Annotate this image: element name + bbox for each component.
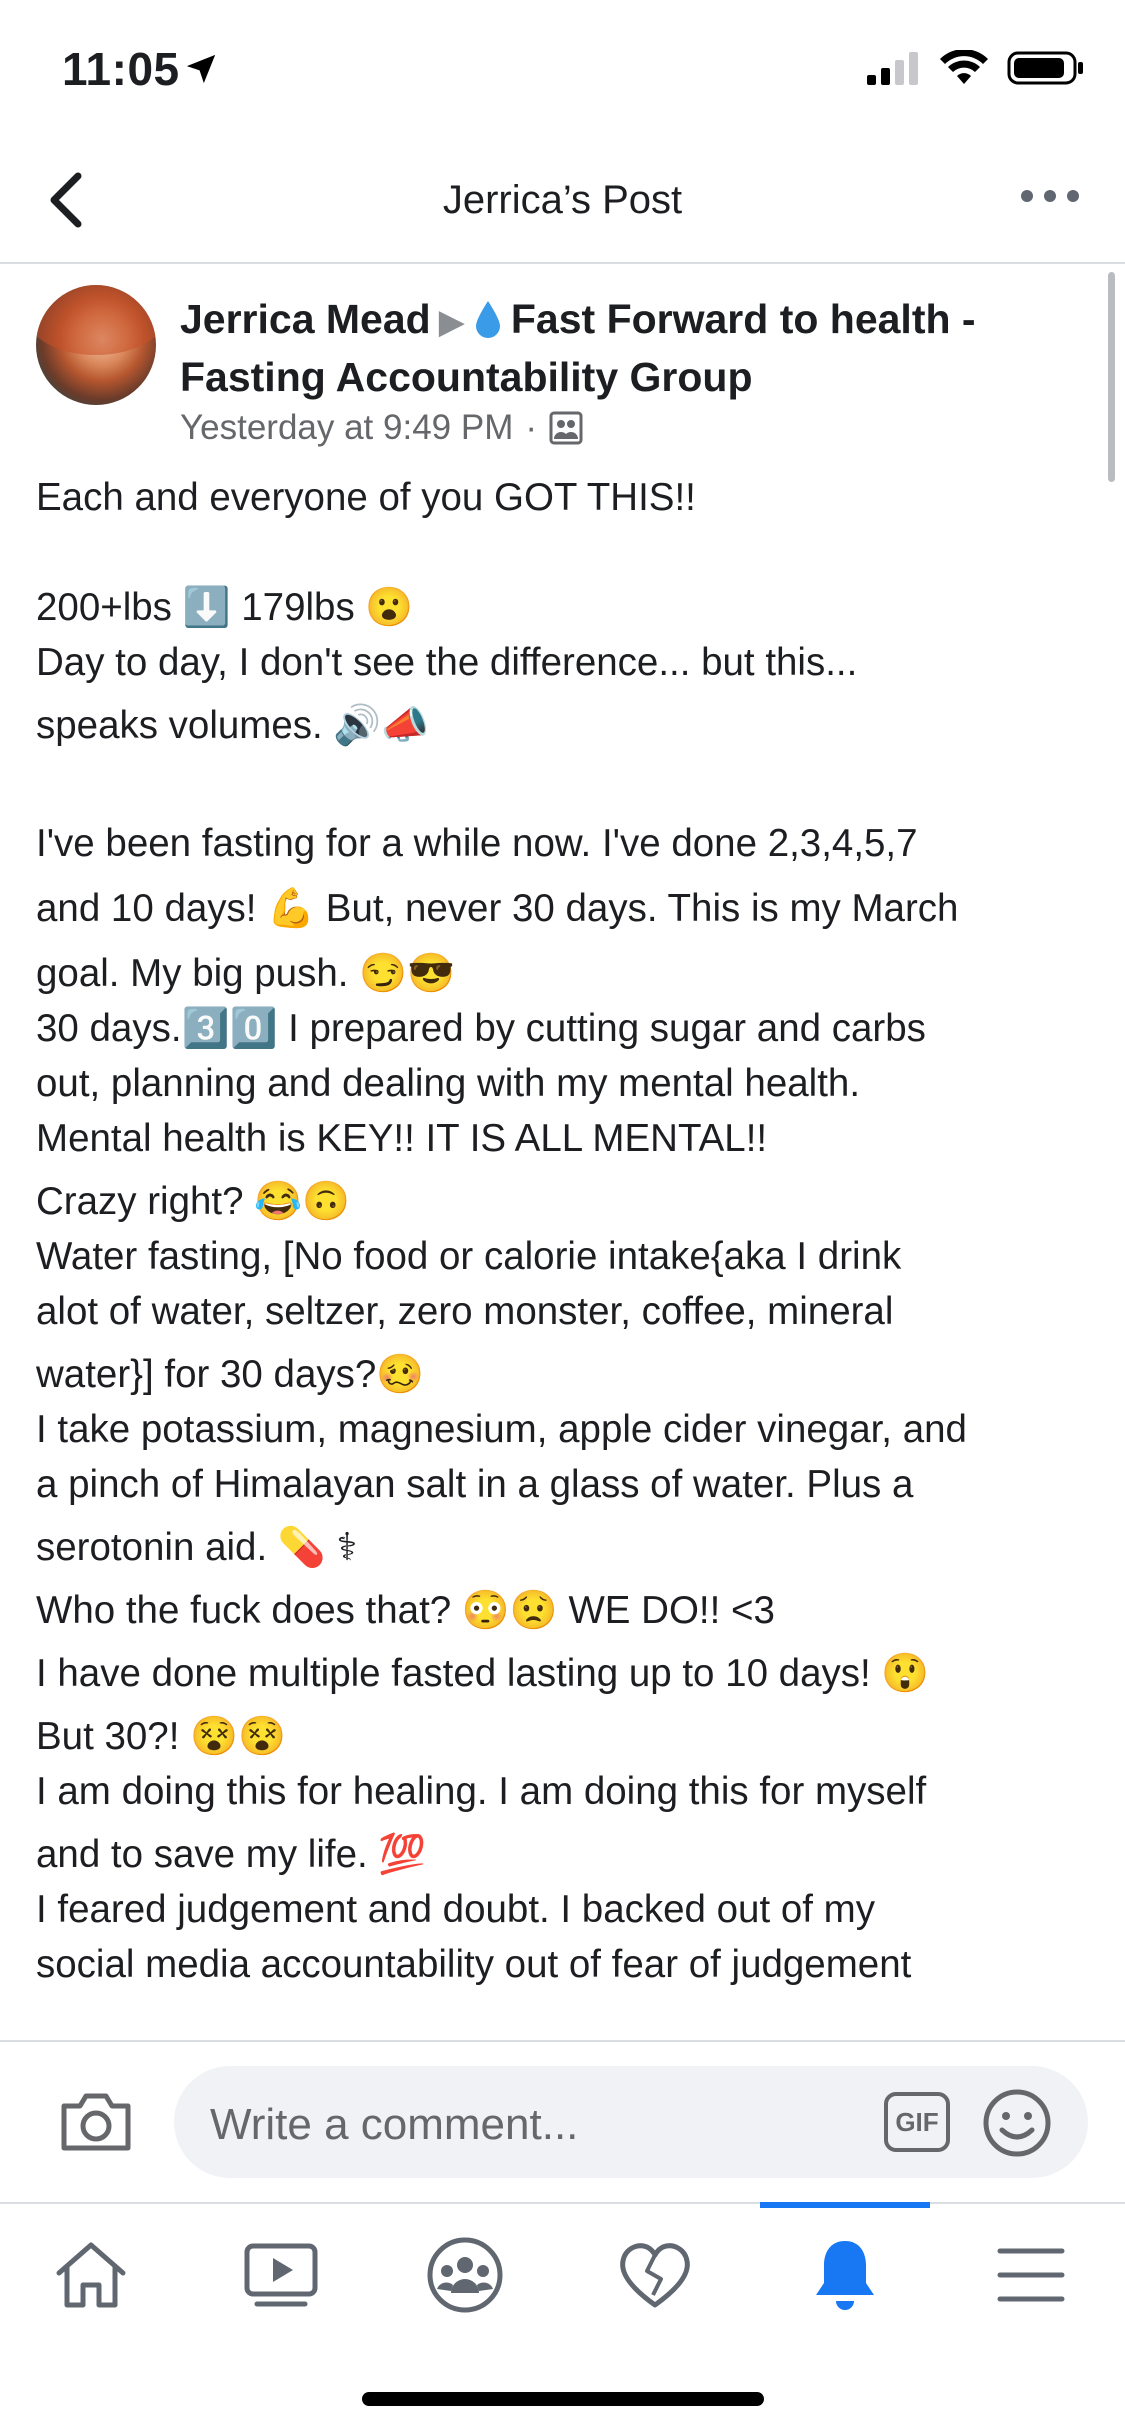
groups-icon bbox=[427, 2237, 503, 2313]
scroll-indicator[interactable] bbox=[1108, 272, 1115, 482]
tab-watch[interactable] bbox=[236, 2230, 326, 2320]
comment-input[interactable]: Write a comment... GIF bbox=[174, 2066, 1088, 2178]
status-bar: 11:05 bbox=[0, 0, 1125, 140]
menu-icon bbox=[997, 2248, 1065, 2302]
meta-separator: · bbox=[525, 408, 538, 447]
nav-header: Jerrica’s Post bbox=[0, 140, 1125, 264]
post-timestamp[interactable]: Yesterday at 9:49 PM bbox=[180, 408, 513, 448]
comment-placeholder: Write a comment... bbox=[210, 2100, 579, 2149]
post-line: serotonin aid. 💊 ⚕ bbox=[36, 1526, 358, 1569]
post-line: Crazy right? 😂🙃 bbox=[36, 1180, 351, 1223]
post-line: Each and everyone of you GOT THIS!! bbox=[36, 476, 696, 519]
post-text: Each and everyone of you GOT THIS!! 200+… bbox=[36, 470, 1096, 2038]
tab-dating[interactable] bbox=[610, 2230, 700, 2320]
post-line: Day to day, I don't see the difference..… bbox=[36, 641, 858, 684]
author-name[interactable]: Jerrica Mead bbox=[180, 296, 431, 342]
tab-home[interactable] bbox=[46, 2230, 136, 2320]
post-line: water}] for 30 days?🥴 bbox=[36, 1353, 425, 1396]
location-arrow-icon bbox=[186, 54, 216, 84]
camera-icon[interactable] bbox=[58, 2090, 134, 2154]
battery-icon bbox=[1007, 51, 1083, 85]
emoji-smile-icon[interactable] bbox=[982, 2088, 1052, 2158]
post-line: I feared judgement and doubt. I backed o… bbox=[36, 1888, 875, 1931]
gif-button[interactable]: GIF bbox=[884, 2092, 950, 2152]
more-options-icon[interactable] bbox=[1015, 176, 1085, 216]
shared-to-arrow-icon: ▶ bbox=[438, 303, 465, 341]
post-line: I take potassium, magnesium, apple cider… bbox=[36, 1408, 967, 1451]
post-line: a pinch of Himalayan salt in a glass of … bbox=[36, 1463, 914, 1506]
cellular-signal-icon bbox=[867, 52, 918, 85]
status-time: 11:05 bbox=[62, 43, 180, 95]
post-header: Jerrica Mead ▶ Fast Forward to health - Fa… bbox=[180, 292, 1080, 405]
dating-heart-icon bbox=[620, 2243, 690, 2308]
tab-notifications[interactable] bbox=[800, 2230, 890, 2320]
group-audience-icon bbox=[549, 411, 583, 445]
post-line: Water fasting, [No food or calorie intak… bbox=[36, 1235, 902, 1278]
post-line: Who the fuck does that? 😳😟 WE DO!! <3 bbox=[36, 1589, 775, 1632]
home-icon bbox=[56, 2242, 126, 2308]
status-icons bbox=[865, 50, 1085, 86]
post-line: I have done multiple fasted lasting up t… bbox=[36, 1652, 930, 1695]
post-line: But 30?! 😵😵 bbox=[36, 1715, 286, 1758]
tab-groups[interactable] bbox=[420, 2230, 510, 2320]
post-line: social media accountability out of fear … bbox=[36, 1943, 912, 1986]
notifications-bell-icon bbox=[816, 2241, 874, 2310]
home-indicator[interactable] bbox=[362, 2392, 764, 2406]
avatar[interactable] bbox=[36, 285, 156, 405]
wifi-icon bbox=[940, 50, 988, 84]
post-line: out, planning and dealing with my mental… bbox=[36, 1062, 861, 1105]
active-tab-indicator bbox=[760, 2202, 930, 2208]
post-line: I am doing this for healing. I am doing … bbox=[36, 1770, 927, 1813]
water-drop-icon bbox=[475, 301, 500, 338]
post-line: and 10 days! 💪 But, never 30 days. This … bbox=[36, 887, 959, 930]
tab-menu[interactable] bbox=[986, 2230, 1076, 2320]
post-line: 30 days.3️⃣0️⃣ I prepared by cutting sug… bbox=[36, 1007, 926, 1050]
post-line: speaks volumes. 🔊📣 bbox=[36, 704, 430, 747]
post-line: alot of water, seltzer, zero monster, co… bbox=[36, 1290, 894, 1333]
post-line: and to save my life. 💯 bbox=[36, 1833, 427, 1876]
tab-bar bbox=[0, 2202, 1125, 2342]
page-title: Jerrica’s Post bbox=[442, 178, 683, 222]
video-icon bbox=[244, 2243, 318, 2307]
post-line: I've been fasting for a while now. I've … bbox=[36, 822, 918, 865]
comment-bar: Write a comment... GIF bbox=[0, 2040, 1125, 2204]
post-line: Mental health is KEY!! IT IS ALL MENTAL!… bbox=[36, 1117, 768, 1160]
post-line: 200+lbs ⬇️ 179lbs 😮 bbox=[36, 586, 414, 629]
post-line: goal. My big push. 😏😎 bbox=[36, 952, 456, 995]
post-meta: Yesterday at 9:49 PM · bbox=[180, 408, 583, 448]
